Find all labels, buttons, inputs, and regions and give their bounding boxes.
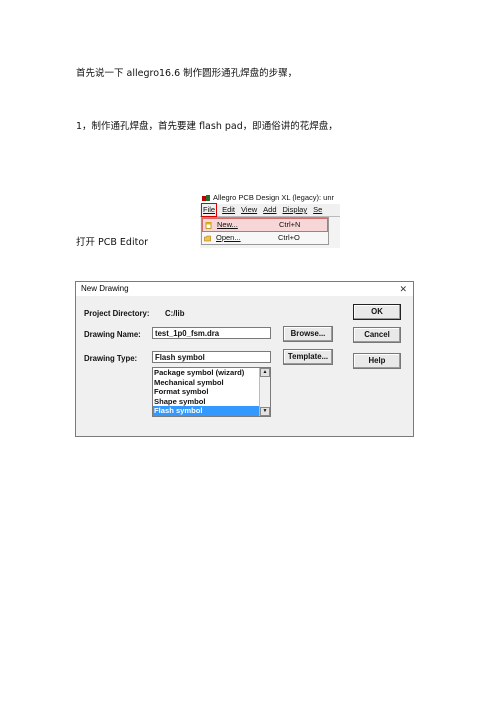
menu-item-new[interactable]: New... Ctrl+N (202, 218, 328, 232)
dialog-body: Project Directory: C:/lib Drawing Name: … (76, 296, 413, 436)
drawing-type-label: Drawing Type: (84, 354, 138, 363)
help-button[interactable]: Help (353, 353, 401, 369)
browse-button[interactable]: Browse... (283, 326, 333, 342)
new-file-icon (205, 221, 212, 229)
open-folder-icon (204, 235, 211, 241)
project-directory-value: C:/lib (165, 309, 185, 318)
drawing-type-list[interactable]: Package symbol (wizard) Mechanical symbo… (152, 367, 271, 417)
allegro-logo-icon (202, 194, 210, 202)
menu-item-open[interactable]: Open... Ctrl+O (202, 232, 328, 244)
close-icon[interactable]: ✕ (399, 282, 407, 296)
menu-edit[interactable]: Edit (222, 204, 235, 216)
menu-display[interactable]: Display (283, 204, 308, 216)
scroll-up-icon[interactable]: ▲ (260, 368, 270, 377)
list-item-selected[interactable]: Flash symbol (153, 406, 270, 416)
open-editor-paragraph: 打开 PCB Editor (76, 237, 149, 248)
project-directory-label: Project Directory: (84, 309, 150, 318)
menu-item-new-label: New... (217, 220, 238, 229)
step1-paragraph: 1，制作通孔焊盘，首先要建 flash pad，即通俗讲的花焊盘， (76, 121, 338, 132)
drawing-name-label: Drawing Name: (84, 330, 141, 339)
allegro-menu-bar: File Edit View Add Display Se (200, 203, 340, 217)
new-drawing-dialog: New Drawing ✕ Project Directory: C:/lib … (75, 281, 414, 437)
list-item[interactable]: Mechanical symbol (153, 378, 270, 388)
allegro-window-title: Allegro PCB Design XL (legacy): unr (213, 193, 335, 202)
menu-file[interactable]: File (200, 203, 218, 217)
menu-setup-truncated[interactable]: Se (313, 204, 322, 216)
dialog-title-bar: New Drawing ✕ (76, 282, 413, 296)
list-scrollbar[interactable]: ▲ ▼ (259, 368, 270, 416)
menu-item-open-shortcut: Ctrl+O (278, 233, 300, 242)
template-button[interactable]: Template... (283, 349, 333, 365)
drawing-type-select[interactable]: Flash symbol (152, 351, 271, 363)
menu-item-new-shortcut: Ctrl+N (279, 220, 301, 229)
list-item[interactable]: Package symbol (wizard) (153, 368, 270, 378)
allegro-title-bar: Allegro PCB Design XL (legacy): unr (200, 192, 340, 204)
scroll-down-icon[interactable]: ▼ (260, 407, 270, 416)
menu-item-open-label: Open... (216, 233, 241, 242)
drawing-name-input[interactable]: test_1p0_fsm.dra (152, 327, 271, 339)
list-item[interactable]: Format symbol (153, 387, 270, 397)
file-dropdown-menu: New... Ctrl+N Open... Ctrl+O (201, 217, 329, 245)
intro-paragraph: 首先说一下 allegro16.6 制作圆形通孔焊盘的步骤， (76, 68, 298, 79)
cancel-button[interactable]: Cancel (353, 327, 401, 343)
dialog-title: New Drawing (81, 284, 129, 293)
allegro-file-menu-screenshot: Allegro PCB Design XL (legacy): unr File… (200, 192, 340, 248)
menu-view[interactable]: View (241, 204, 257, 216)
ok-button[interactable]: OK (353, 304, 401, 320)
list-item[interactable]: Shape symbol (153, 397, 270, 407)
menu-add[interactable]: Add (263, 204, 276, 216)
